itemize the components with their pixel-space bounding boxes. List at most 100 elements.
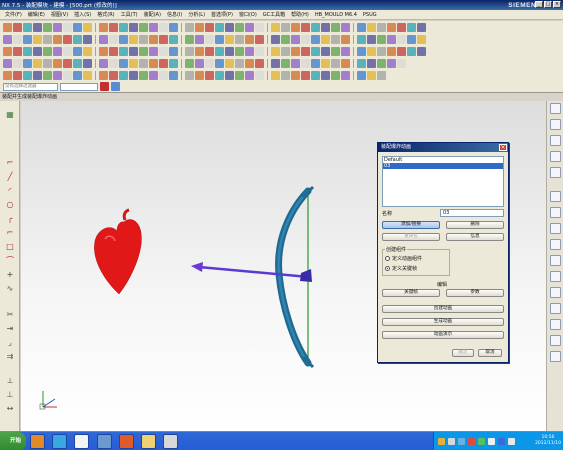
view-icon[interactable] xyxy=(550,335,561,346)
toolbar-tool-icon[interactable] xyxy=(195,22,204,32)
keyframe-button[interactable]: 关键帧 xyxy=(382,289,440,297)
toolbar-tool-icon[interactable] xyxy=(301,70,310,80)
toolbar-tool-icon[interactable] xyxy=(281,34,290,44)
point-tool-icon[interactable]: + xyxy=(5,271,15,279)
heart-model[interactable] xyxy=(94,208,142,295)
toolbar-tool-icon[interactable] xyxy=(99,58,108,68)
toolbar-tool-icon[interactable] xyxy=(205,22,214,32)
tray-icon-4[interactable] xyxy=(468,438,475,445)
toolbar-tool-icon[interactable] xyxy=(149,22,158,32)
toolbar-tool-icon[interactable] xyxy=(215,70,224,80)
toolbar-tool-icon[interactable] xyxy=(129,22,138,32)
toolbar-tool-icon[interactable] xyxy=(119,58,128,68)
toolbar-tool-icon[interactable] xyxy=(139,46,148,56)
toolbar-tool-icon[interactable] xyxy=(23,46,32,56)
system-scenes-icon[interactable] xyxy=(550,255,561,266)
arrow-model[interactable] xyxy=(191,262,312,282)
toolbar-tool-icon[interactable] xyxy=(149,58,158,68)
tray-icon-1[interactable] xyxy=(438,438,445,445)
start-button[interactable]: 开始 xyxy=(0,432,26,450)
toolbar-tool-icon[interactable] xyxy=(53,58,62,68)
roles-icon[interactable] xyxy=(550,239,561,250)
toolbar-tool-icon[interactable] xyxy=(83,46,92,56)
assembly-scope-combo[interactable] xyxy=(60,82,98,91)
toolbar-tool-icon[interactable] xyxy=(377,22,386,32)
toolbar-tool-icon[interactable] xyxy=(13,34,22,44)
toolbar-tool-icon[interactable] xyxy=(321,34,330,44)
toolbar-tool-icon[interactable] xyxy=(13,22,22,32)
add-edit-button[interactable]: 添加/替换 xyxy=(382,221,440,229)
toolbar-tool-icon[interactable] xyxy=(245,58,254,68)
toolbar-tool-icon[interactable] xyxy=(73,22,82,32)
toolbar-tool-icon[interactable] xyxy=(367,22,376,32)
toolbar-tool-icon[interactable] xyxy=(311,22,320,32)
toolbar-tool-icon[interactable] xyxy=(43,58,52,68)
list-item-selected[interactable]: 03 xyxy=(383,163,503,169)
reuse-library-icon[interactable] xyxy=(550,151,561,162)
toolbar-tool-icon[interactable] xyxy=(341,34,350,44)
toolbar-tool-icon[interactable] xyxy=(3,58,12,68)
toolbar-tool-icon[interactable] xyxy=(271,58,280,68)
toolbar-tool-icon[interactable] xyxy=(225,34,234,44)
folder-icon[interactable] xyxy=(141,434,156,449)
toolbar-tool-icon[interactable] xyxy=(291,22,300,32)
toolbar-tool-icon[interactable] xyxy=(63,46,72,56)
toolbar-tool-icon[interactable] xyxy=(281,22,290,32)
toolbar-tool-icon[interactable] xyxy=(119,70,128,80)
toolbar-tool-icon[interactable] xyxy=(23,22,32,32)
line-icon[interactable]: ╱ xyxy=(5,173,15,181)
toolbar-tool-icon[interactable] xyxy=(255,58,264,68)
toolbar-tool-icon[interactable] xyxy=(129,70,138,80)
toolbar-tool-icon[interactable] xyxy=(149,70,158,80)
toolbar-tool-icon[interactable] xyxy=(291,58,300,68)
measure-icon[interactable] xyxy=(550,351,561,362)
toolbar-tool-icon[interactable] xyxy=(301,22,310,32)
toolbar-tool-icon[interactable] xyxy=(245,70,254,80)
snap-icon[interactable] xyxy=(100,82,109,91)
menu-file[interactable]: 文件(F) xyxy=(2,11,25,18)
toolbar-tool-icon[interactable] xyxy=(311,34,320,44)
toolbar-tool-icon[interactable] xyxy=(169,70,178,80)
toolbar-tool-icon[interactable] xyxy=(43,22,52,32)
constraint-icon[interactable]: ⊥ xyxy=(5,391,15,399)
toolbar-tool-icon[interactable] xyxy=(271,34,280,44)
toolbar-tool-icon[interactable] xyxy=(109,70,118,80)
toolbar-tool-icon[interactable] xyxy=(357,58,366,68)
task-icon-7[interactable] xyxy=(163,434,178,449)
quick-launch-icon-2[interactable] xyxy=(52,434,67,449)
toolbar-tool-icon[interactable] xyxy=(357,22,366,32)
toolbar-tool-icon[interactable] xyxy=(23,58,32,68)
toolbar-tool-icon[interactable] xyxy=(245,46,254,56)
toolbar-tool-icon[interactable] xyxy=(169,58,178,68)
layer-icon[interactable] xyxy=(550,303,561,314)
toolbar-tool-icon[interactable] xyxy=(215,34,224,44)
polygon-icon[interactable]: ⌒ xyxy=(5,257,15,265)
toolbar-tool-icon[interactable] xyxy=(129,46,138,56)
toolbar-tool-icon[interactable] xyxy=(195,58,204,68)
toolbar-tool-icon[interactable] xyxy=(417,34,426,44)
toolbar-tool-icon[interactable] xyxy=(129,58,138,68)
toolbar-tool-icon[interactable] xyxy=(215,46,224,56)
toolbar-tool-icon[interactable] xyxy=(417,46,426,56)
toolbar-tool-icon[interactable] xyxy=(185,70,194,80)
toolbar-tool-icon[interactable] xyxy=(387,58,396,68)
toolbar-tool-icon[interactable] xyxy=(53,34,62,44)
toolbar-tool-icon[interactable] xyxy=(83,58,92,68)
toolbar-tool-icon[interactable] xyxy=(159,58,168,68)
toolbar-tool-icon[interactable] xyxy=(99,34,108,44)
toolbar-tool-icon[interactable] xyxy=(341,46,350,56)
delete-button[interactable]: 删除 xyxy=(446,221,504,229)
toolbar-tool-icon[interactable] xyxy=(195,70,204,80)
toolbar-tool-icon[interactable] xyxy=(321,46,330,56)
toolbar-tool-icon[interactable] xyxy=(53,22,62,32)
toolbar-tool-icon[interactable] xyxy=(387,34,396,44)
toolbar-tool-icon[interactable] xyxy=(407,22,416,32)
toolbar-tool-icon[interactable] xyxy=(215,22,224,32)
spline-icon[interactable]: ∿ xyxy=(5,285,15,293)
toolbar-tool-icon[interactable] xyxy=(301,34,310,44)
toolbar-tool-icon[interactable] xyxy=(129,34,138,44)
toolbar-tool-icon[interactable] xyxy=(321,70,330,80)
menu-analysis[interactable]: 分析(L) xyxy=(185,11,208,18)
toolbar-tool-icon[interactable] xyxy=(63,34,72,44)
toolbar-tool-icon[interactable] xyxy=(291,34,300,44)
